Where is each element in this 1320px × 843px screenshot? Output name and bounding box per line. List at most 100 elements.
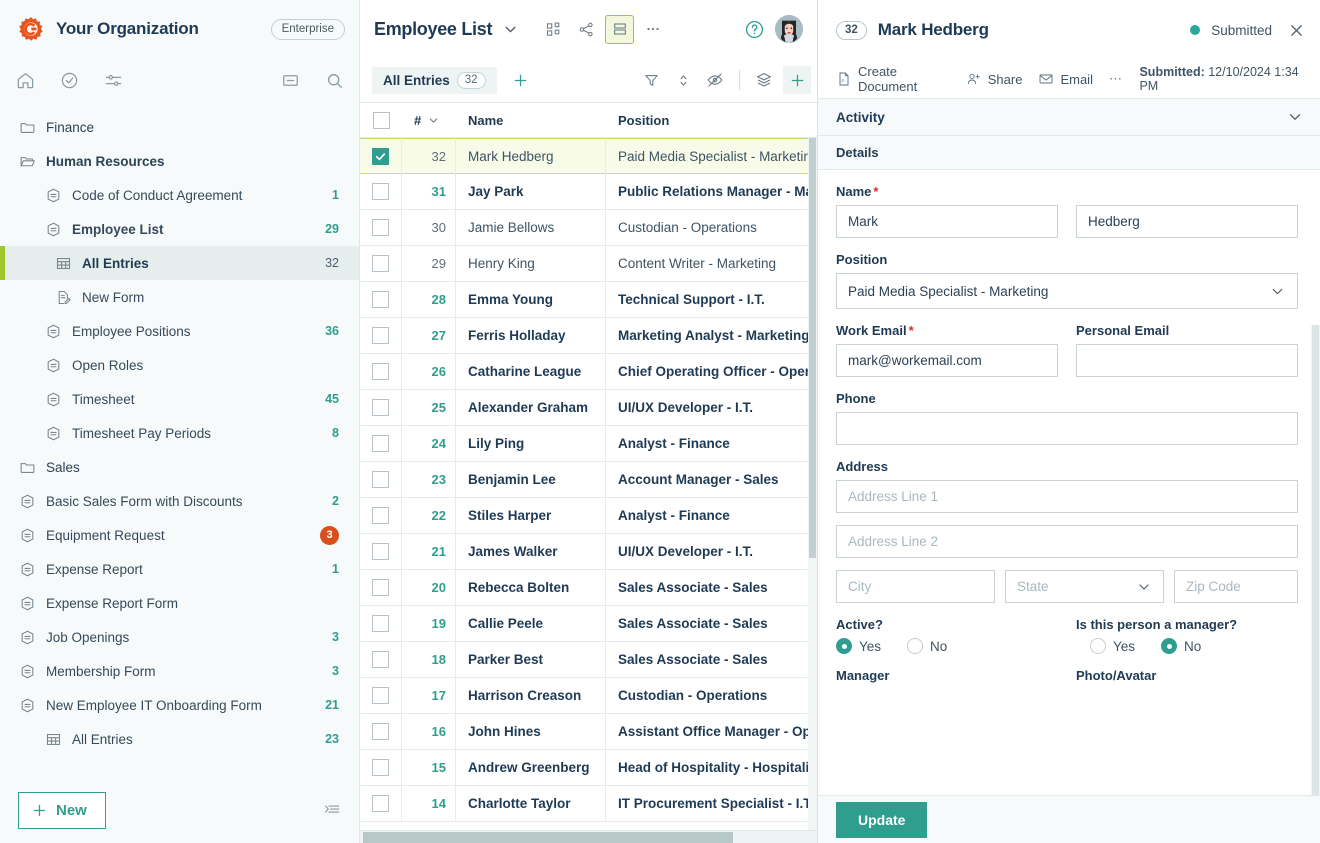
sidebar-item-membership-form[interactable]: Membership Form 3 [0,654,359,688]
row-checkbox[interactable] [372,579,389,596]
chevron-down-icon[interactable] [1136,579,1152,595]
sidebar-item-open-roles[interactable]: Open Roles [0,348,359,382]
list-vertical-scrollbar[interactable] [808,138,817,830]
new-button[interactable]: New [18,791,106,829]
position-select[interactable]: Paid Media Specialist - Marketing [836,273,1298,309]
row-select-cell[interactable] [360,713,402,750]
detail-vertical-scrollbar[interactable] [1311,325,1320,843]
row-select-cell[interactable] [360,785,402,822]
table-row[interactable]: 15 Andrew Greenberg Head of Hospitality - … [360,749,817,786]
phone-input[interactable] [836,412,1298,445]
personal-email-input[interactable] [1076,344,1298,377]
table-row[interactable]: 25 Alexander Graham UI/UX Developer - I.T. [360,389,817,426]
row-select-cell[interactable] [360,245,402,282]
sidebar-item-new-form[interactable]: New Form [0,280,359,314]
tab-all-entries[interactable]: All Entries 32 [372,66,497,94]
table-row[interactable]: 23 Benjamin Lee Account Manager - Sales [360,461,817,498]
address-line2-input[interactable] [836,525,1298,558]
share-graph-icon[interactable] [572,15,601,44]
list-title-chevron-down-icon[interactable] [502,21,519,38]
city-input[interactable] [836,570,995,603]
activity-section-header[interactable]: Activity [818,98,1320,136]
row-select-cell[interactable] [360,749,402,786]
column-header-number[interactable]: # [402,113,456,128]
row-checkbox[interactable] [372,687,389,704]
add-tab-icon[interactable] [503,71,538,90]
row-checkbox[interactable] [372,507,389,524]
chevron-down-icon[interactable] [1286,108,1304,126]
cards-view-icon[interactable] [539,15,568,44]
table-row[interactable]: 27 Ferris Holladay Marketing Analyst - Mar… [360,317,817,354]
row-select-cell[interactable] [360,533,402,570]
row-checkbox[interactable] [372,471,389,488]
table-row[interactable]: 22 Stiles Harper Analyst - Finance [360,497,817,534]
last-name-input[interactable] [1076,205,1298,238]
sidebar-item-job-openings[interactable]: Job Openings 3 [0,620,359,654]
chevron-down-icon[interactable] [427,114,440,127]
scrollbar-thumb[interactable] [809,138,816,558]
radio-active-no[interactable] [907,638,924,654]
row-checkbox[interactable] [372,255,389,272]
table-row[interactable]: 24 Lily Ping Analyst - Finance [360,425,817,462]
table-row[interactable]: 21 James Walker UI/UX Developer - I.T. [360,533,817,570]
active-no-option[interactable]: No [907,638,947,654]
state-select[interactable]: State [1005,570,1164,603]
column-header-name[interactable]: Name [456,113,606,128]
table-row[interactable]: 32 Mark Hedberg Paid Media Specialist - Ma… [360,138,817,174]
sidebar-item-equipment-request[interactable]: Equipment Request 3 [0,518,359,552]
row-checkbox[interactable] [372,435,389,452]
row-checkbox[interactable] [372,147,389,165]
user-avatar[interactable] [775,15,803,43]
row-checkbox[interactable] [372,183,389,200]
row-select-cell[interactable] [360,173,402,210]
row-select-cell[interactable] [360,317,402,354]
table-row[interactable]: 31Jay Park Public Relations Manager - Mar… [360,173,817,210]
help-circle-icon[interactable] [744,19,765,40]
row-checkbox[interactable] [372,723,389,740]
sidebar-item-timesheet[interactable]: Timesheet 45 [0,382,359,416]
list-horizontal-scrollbar[interactable] [360,830,817,843]
sidebar-item-all-entries[interactable]: All Entries 32 [0,246,359,280]
row-checkbox[interactable] [372,291,389,308]
collapse-panel-icon[interactable] [279,69,301,91]
row-checkbox[interactable] [372,615,389,632]
more-actions-icon[interactable]: ⋯ [1109,71,1124,87]
sidebar-item-code-of-conduct-agreement[interactable]: Code of Conduct Agreement 1 [0,178,359,212]
column-header-position[interactable]: Position [606,113,817,128]
filter-icon[interactable] [638,67,664,93]
add-record-icon[interactable] [783,66,811,94]
collapse-sidebar-icon[interactable] [323,800,341,821]
manager-yes-option[interactable]: Yes [1090,638,1135,654]
select-all-cell[interactable] [360,111,402,129]
update-button[interactable]: Update [836,801,928,838]
manager-no-option[interactable]: No [1161,638,1201,654]
row-select-cell[interactable] [360,281,402,318]
row-select-cell[interactable] [360,677,402,714]
check-circle-icon[interactable] [58,69,80,91]
table-row[interactable]: 30 Jamie Bellows Custodian - Operations [360,209,817,246]
radio-manager-no[interactable] [1161,638,1178,654]
first-name-input[interactable] [836,205,1058,238]
row-checkbox[interactable] [372,795,389,812]
share-button[interactable]: Share [966,71,1022,87]
row-select-cell[interactable] [360,353,402,390]
active-yes-option[interactable]: Yes [836,638,881,654]
create-document-button[interactable]: P Create Document [836,64,950,94]
sidebar-item-employee-positions[interactable]: Employee Positions 36 [0,314,359,348]
split-view-icon[interactable] [605,14,635,44]
sidebar-item-basic-sales-form-with-discounts[interactable]: Basic Sales Form with Discounts 2 [0,484,359,518]
row-checkbox[interactable] [372,651,389,668]
row-checkbox[interactable] [372,543,389,560]
sidebar-item-expense-report-form[interactable]: Expense Report Form [0,586,359,620]
more-options-icon[interactable] [638,15,667,44]
sidebar-item-expense-report[interactable]: Expense Report 1 [0,552,359,586]
chevron-down-icon[interactable] [1269,283,1286,300]
sidebar-item-new-employee-it-onboarding-form[interactable]: New Employee IT Onboarding Form 21 [0,688,359,722]
row-checkbox[interactable] [372,363,389,380]
home-icon[interactable] [14,69,36,91]
row-select-cell[interactable] [360,641,402,678]
layers-icon[interactable] [751,67,777,93]
row-select-cell[interactable] [360,569,402,606]
row-select-cell[interactable] [360,138,402,174]
radio-active-yes[interactable] [836,638,852,654]
